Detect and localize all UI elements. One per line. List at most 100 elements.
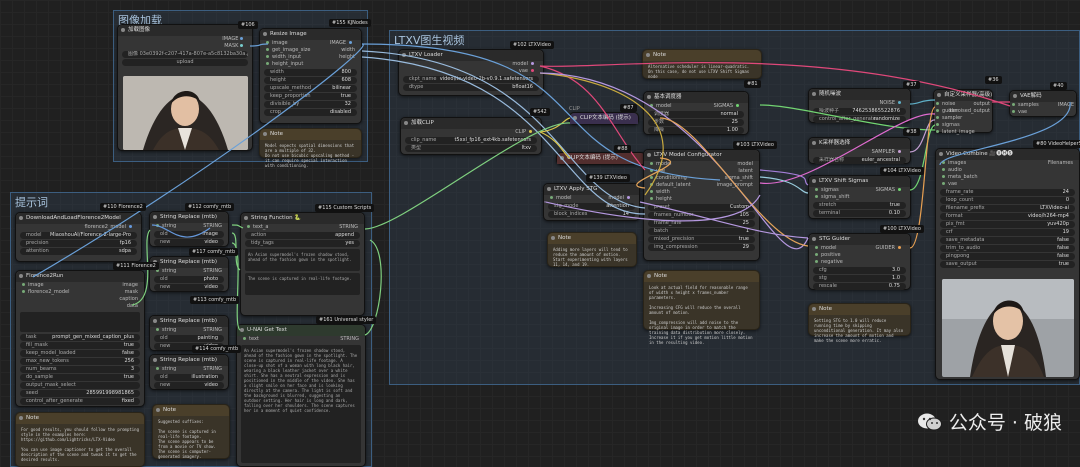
text-c-input[interactable]: The scene is captured in real-life foota… — [245, 273, 360, 295]
batch-widget[interactable]: batch 1 — [648, 228, 755, 235]
slot-meta-batch[interactable]: meta_batch — [936, 174, 1079, 181]
output-image[interactable]: IMAGE — [118, 36, 252, 43]
new-input[interactable]: new video — [154, 382, 224, 389]
control-after-generate-select[interactable]: control_after_generate randomize — [813, 116, 906, 123]
task-select[interactable]: task prompt_gen_mixed_caption_plus — [20, 334, 140, 341]
stretch-toggle[interactable]: stretch true — [813, 202, 906, 209]
string-replace-node-4[interactable]: String Replace (mtb) string STRING old ill… — [149, 354, 229, 390]
image-file-select[interactable]: 图像 03e0392f-c207-417a-807e-a5c8132ba30a.… — [122, 51, 248, 58]
note-node[interactable]: Note Suggested suffixes: The scene is ca… — [152, 404, 230, 459]
output-vae[interactable]: vae — [399, 68, 543, 75]
format-select[interactable]: format video/h264-mp4 — [940, 213, 1075, 220]
old-input[interactable]: old image — [154, 231, 224, 238]
vae-decode-node[interactable]: VAE解码 samples IMAGE vae — [1009, 90, 1077, 117]
note-node[interactable]: Note Adding more layers will tend to red… — [547, 232, 637, 267]
slot-caption[interactable]: caption — [16, 296, 144, 303]
output-model[interactable]: model — [399, 61, 543, 68]
output-clip[interactable]: CLIP — [401, 129, 541, 136]
stg-mode-select[interactable]: stg_mode attention — [548, 203, 635, 210]
ksampler-select-node[interactable]: K采样器选择 SAMPLER 采样器名称 euler_ancestral — [808, 137, 911, 164]
note-node[interactable]: Note Look at actual field for reasonable… — [643, 270, 760, 345]
slot-noise[interactable]: noise output — [934, 101, 992, 108]
node-canvas[interactable]: 图像加载 LTXV图生视频 提示词 加载图像 IMAGE MASK 图像 03e… — [0, 0, 1080, 467]
random-noise-node[interactable]: 随机噪波 NOISE 噪波种子 746253865522876 control_a… — [808, 88, 911, 123]
frames-number-widget[interactable]: frames_number 105 — [648, 212, 755, 219]
video-combine-node[interactable]: Video Combine 🎥🅥🅗🅢 images Filenames audio… — [935, 148, 1080, 380]
noise-seed-widget[interactable]: 噪波种子 746253865522876 — [813, 108, 906, 115]
attention-select[interactable]: attention sdpa — [20, 248, 137, 255]
slot-default-latent[interactable]: default_latent image_prompt — [644, 182, 759, 189]
slot-latent-image[interactable]: latent_image — [934, 129, 992, 136]
keep-proportion-toggle[interactable]: keep_proportion true — [264, 93, 357, 100]
slot-width[interactable]: width — [644, 189, 759, 196]
text-input-area[interactable] — [20, 312, 140, 332]
get-text-node[interactable]: U-NAI Get Text text STRING An Asian super… — [236, 324, 366, 467]
ltxv-shift-sigmas-node[interactable]: LTXV Shift Sigmas sigmas SIGMAS sigma_shi… — [808, 175, 911, 219]
slot-string[interactable]: string STRING — [150, 366, 228, 373]
clip-loader-node[interactable]: 加载CLIP CLIP clip_name t5xxl_fp16_ext4kb.s… — [400, 117, 542, 155]
new-input[interactable]: new video — [154, 239, 224, 246]
string-replace-node-1[interactable]: String Replace (mtb) string STRING old ima… — [149, 211, 229, 247]
filename-prefix-input[interactable]: filename_prefix LTXVideo-ai — [940, 205, 1075, 212]
cfg-widget[interactable]: cfg 3.0 — [813, 267, 906, 274]
florence2-run-node[interactable]: Florence2Run image image florence2_model m… — [15, 270, 145, 407]
slot-positive[interactable]: positive — [809, 252, 910, 259]
string-function-node[interactable]: String Function 🐍 text_a STRING action app… — [240, 212, 365, 316]
steps-widget[interactable]: 步数 25 — [648, 119, 744, 126]
crf-widget[interactable]: crf 19 — [940, 229, 1075, 236]
control-after-generate-select[interactable]: control_after_generate fixed — [20, 398, 140, 405]
slot-images[interactable]: images Filenames — [936, 160, 1079, 167]
note-node[interactable]: Note Model expects spatial dimensions th… — [259, 128, 362, 168]
upload-button[interactable]: upload — [122, 59, 248, 66]
denoise-widget[interactable]: 降噪 1.00 — [648, 127, 744, 134]
model-select[interactable]: model MiaoshouAI/Florence-2-large-Pro — [20, 232, 137, 239]
frame-rate-widget[interactable]: frame_rate 24 — [940, 189, 1075, 196]
output-video-preview[interactable] — [942, 279, 1074, 377]
slot-model[interactable]: model model — [644, 161, 759, 168]
img-compression-widget[interactable]: img_compression 29 — [648, 244, 755, 251]
slot-vae[interactable]: vae latent — [644, 168, 759, 175]
block-indices-widget[interactable]: block_indices 14 — [548, 211, 635, 218]
slot-negative[interactable]: negative — [809, 259, 910, 266]
output-noise[interactable]: NOISE — [809, 100, 910, 107]
output-florence-model[interactable]: florence2_model — [16, 224, 141, 231]
slot-image[interactable]: image image — [16, 282, 144, 289]
slot-text[interactable]: text STRING — [237, 336, 365, 343]
output-mask-select-input[interactable]: output_mask_select — [20, 382, 140, 389]
ltxv-model-configurator-node[interactable]: LTXV Model Configurator model model vae la… — [643, 149, 760, 261]
output-sampler[interactable]: SAMPLER — [809, 149, 910, 156]
slot-guider[interactable]: guider denoised_output — [934, 108, 992, 115]
slot-sigmas[interactable]: sigmas SIGMAS — [809, 187, 910, 194]
slot-get-image-size[interactable]: get_image_size width — [260, 47, 361, 54]
slot-audio[interactable]: audio — [936, 167, 1079, 174]
load-image-node[interactable]: 加载图像 IMAGE MASK 图像 03e0392f-c207-417a-80… — [117, 24, 253, 151]
precision-select[interactable]: precision fp16 — [20, 240, 137, 247]
clip-type-select[interactable]: 类型 ltxv — [405, 145, 537, 152]
do-sample-toggle[interactable]: do_sample true — [20, 374, 140, 381]
slot-image[interactable]: image IMAGE — [260, 40, 361, 47]
tidy-tags-select[interactable]: tidy_tags yes — [245, 240, 360, 247]
action-select[interactable]: action append — [245, 232, 360, 239]
clip-name-select[interactable]: clip_name t5xxl_fp16_ext4kb.safetensors — [405, 137, 537, 144]
scheduler-select[interactable]: 调度器 normal — [648, 111, 744, 118]
scheduler-io[interactable]: model SIGMAS — [644, 103, 748, 110]
slot-sampler[interactable]: sampler — [934, 115, 992, 122]
save-output-toggle[interactable]: save_output true — [940, 261, 1075, 268]
slot-vae[interactable]: vae — [1010, 109, 1076, 116]
width-widget[interactable]: width 800 — [264, 69, 357, 76]
slot-height[interactable]: height — [644, 196, 759, 203]
florence2-loader-node[interactable]: DownloadAndLoadFlorence2Model florence2_… — [15, 212, 142, 262]
upscale-method-widget[interactable]: upscale_method bilinear — [264, 85, 357, 92]
slot-vae[interactable]: vae — [936, 181, 1079, 188]
stg-widget[interactable]: stg 1.0 — [813, 275, 906, 282]
ckpt-name-select[interactable]: ckpt_name video\ltx-video-2b-v0.9.1.safet… — [403, 76, 539, 83]
ltxv-loader-node[interactable]: LTXV Loader model vae ckpt_name video\ltx… — [398, 49, 544, 96]
loop-count-widget[interactable]: loop_count 0 — [940, 197, 1075, 204]
old-input[interactable]: old painting — [154, 335, 224, 342]
slot-data[interactable]: data — [16, 303, 144, 310]
crop-widget[interactable]: crop disabled — [264, 109, 357, 116]
divisible-by-widget[interactable]: divisible_by 32 — [264, 101, 357, 108]
frame-rate-widget[interactable]: frame_rate 25 — [648, 220, 755, 227]
output-mask[interactable]: MASK — [118, 43, 252, 50]
keep-model-loaded-toggle[interactable]: keep_model_loaded false — [20, 350, 140, 357]
